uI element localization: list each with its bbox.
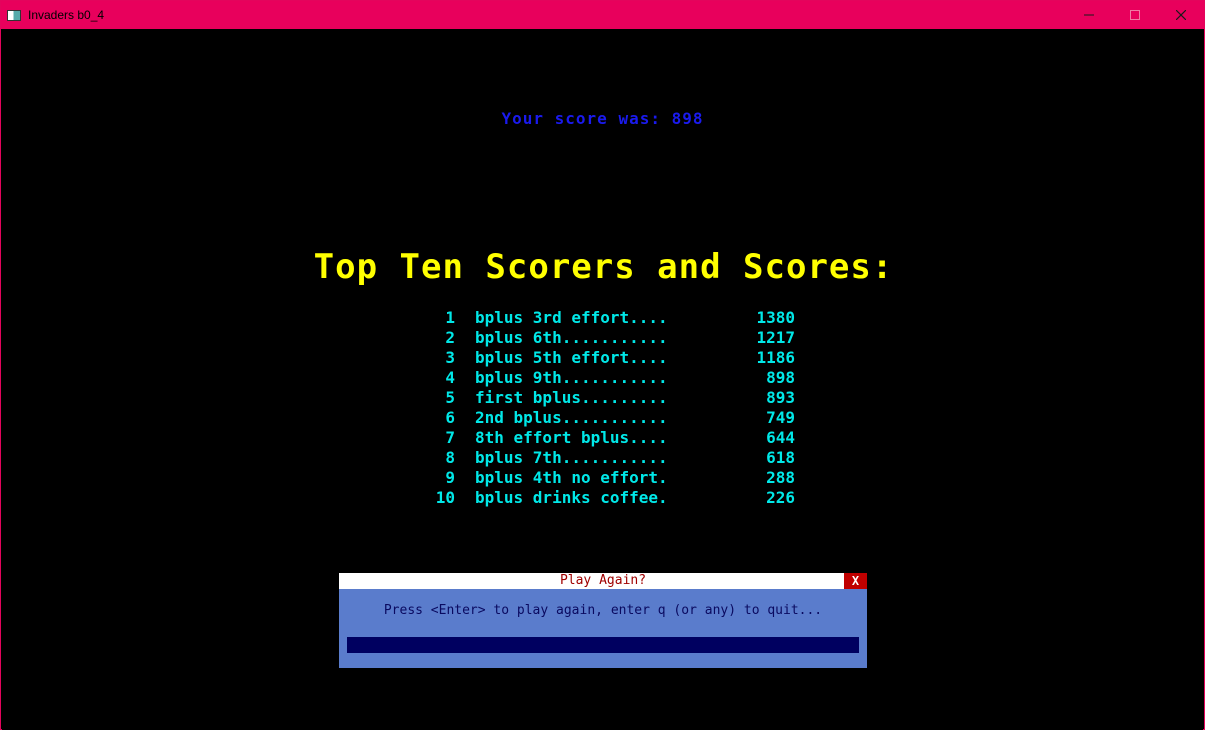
rank: 3 [445,348,455,367]
title-bar[interactable]: Invaders b0_4 [1,1,1204,29]
close-icon [1176,10,1186,20]
rank: 6 [445,408,455,427]
player-name: bplus drinks coffee. [475,488,668,507]
score-value: 644 [766,428,795,447]
score-value: 1380 [756,308,795,327]
player-name: bplus 3rd effort.... [475,308,668,327]
player-name: bplus 5th effort.... [475,348,668,367]
game-screen: Your score was: 898 Top Ten Scorers and … [2,29,1203,730]
player-name: bplus 9th........... [475,368,668,387]
rank: 9 [445,468,455,487]
rank: 4 [445,368,455,387]
table-row: 6 2nd bplus........... 749 [427,408,795,428]
rank: 8 [445,448,455,467]
player-name: bplus 4th no effort. [475,468,668,487]
score-value: 893 [766,388,795,407]
table-row: 3 bplus 5th effort.... 1186 [427,348,795,368]
table-row: 10 bplus drinks coffee. 226 [427,488,795,508]
rank: 1 [445,308,455,327]
table-row: 1 bplus 3rd effort.... 1380 [427,308,795,328]
play-again-input[interactable] [347,637,859,653]
player-name: first bplus......... [475,388,668,407]
your-score-text: Your score was: 898 [501,109,704,128]
player-name: bplus 6th........... [475,328,668,347]
dialog-title: Play Again? [339,573,867,589]
maximize-button[interactable] [1112,1,1158,29]
play-again-dialog: Play Again? X Press <Enter> to play agai… [339,573,867,668]
app-icon [7,9,21,21]
score-value: 1217 [756,328,795,347]
table-row: 7 8th effort bplus.... 644 [427,428,795,448]
maximize-icon [1130,10,1140,20]
score-value: 226 [766,488,795,507]
score-value: 618 [766,448,795,467]
player-name: 2nd bplus........... [475,408,668,427]
table-row: 8 bplus 7th........... 618 [427,448,795,468]
table-row: 2 bplus 6th........... 1217 [427,328,795,348]
top-ten-heading: Top Ten Scorers and Scores: [313,247,894,287]
score-value: 898 [766,368,795,387]
minimize-button[interactable] [1066,1,1112,29]
dialog-close-button[interactable]: X [844,573,867,589]
player-name: bplus 7th........... [475,448,668,467]
window-title: Invaders b0_4 [28,8,105,22]
app-window: Invaders b0_4 Your score was: 898 Top Te… [0,0,1205,730]
table-row: 4 bplus 9th........... 898 [427,368,795,388]
minimize-icon [1084,14,1094,16]
dialog-message: Press <Enter> to play again, enter q (or… [383,603,823,618]
table-row: 9 bplus 4th no effort. 288 [427,468,795,488]
close-button[interactable] [1158,1,1204,29]
rank: 2 [445,328,455,347]
rank: 10 [435,488,455,507]
table-row: 5 first bplus......... 893 [427,388,795,408]
score-value: 749 [766,408,795,427]
rank: 5 [445,388,455,407]
rank: 7 [445,428,455,447]
player-name: 8th effort bplus.... [475,428,668,447]
score-value: 1186 [756,348,795,367]
score-value: 288 [766,468,795,487]
high-score-table: 1 bplus 3rd effort.... 1380 2 bplus 6th.… [427,308,795,508]
